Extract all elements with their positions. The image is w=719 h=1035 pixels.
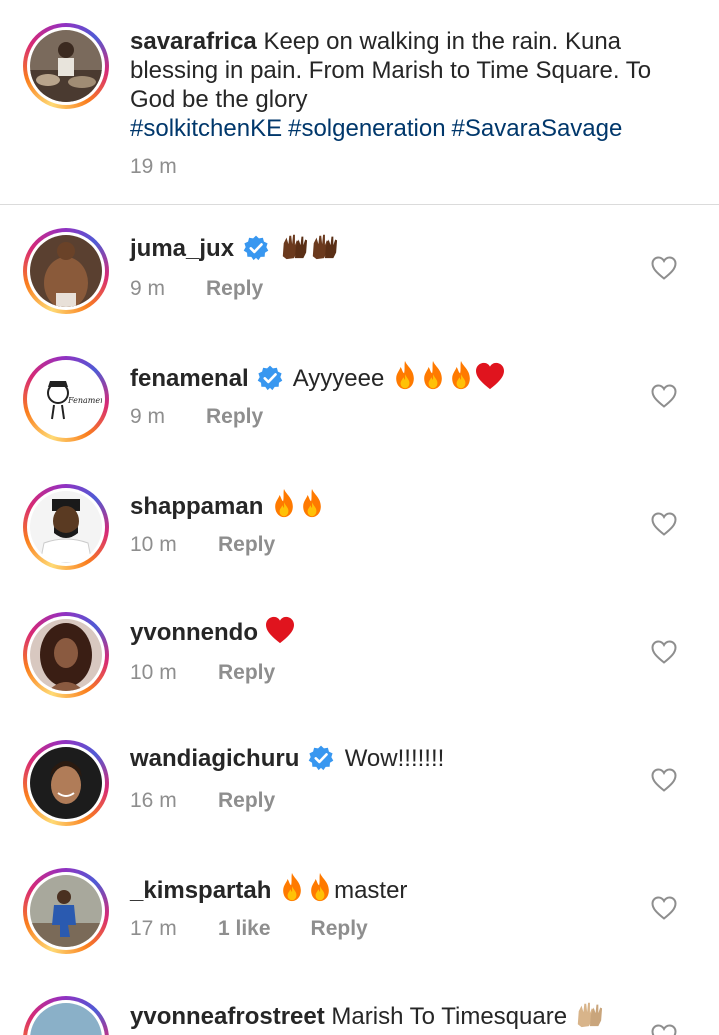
- comment-text: Marish To Timesquare: [331, 1003, 568, 1030]
- comment-username[interactable]: juma_jux: [130, 235, 234, 262]
- hashtag-link[interactable]: #solgeneration: [288, 115, 445, 142]
- comment-avatar[interactable]: [23, 996, 109, 1035]
- likes-count[interactable]: 1 like: [218, 917, 271, 941]
- avatar-photo: [30, 875, 102, 947]
- comment-timestamp: 9 m: [130, 405, 166, 428]
- comment-text: Ayyyeee: [292, 365, 385, 392]
- verified-badge-icon: [257, 365, 283, 391]
- fire-icon: [270, 488, 298, 518]
- comment-avatar[interactable]: [23, 228, 109, 314]
- verified-badge-icon: [243, 235, 269, 261]
- hashtag-link[interactable]: #solkitchenKE: [130, 115, 282, 142]
- raising-hands-icon: [574, 1000, 604, 1028]
- comment-text: master: [334, 877, 408, 904]
- comment-timestamp: 10 m: [130, 533, 177, 556]
- comment-timestamp: 17 m: [130, 917, 177, 940]
- caption-hashtags: #solkitchenKE #solgeneration #SavaraSavage: [130, 114, 675, 143]
- comment-username[interactable]: yvonnendo: [130, 619, 258, 646]
- fire-icon: [278, 872, 306, 902]
- avatar-photo: [30, 619, 102, 691]
- reply-button[interactable]: Reply: [311, 917, 368, 941]
- comment-username[interactable]: fenamenal: [130, 365, 249, 392]
- caption-avatar[interactable]: [23, 23, 109, 109]
- comment-username[interactable]: shappaman: [130, 493, 263, 520]
- comment-timestamp: 10 m: [130, 661, 177, 684]
- comment-username[interactable]: yvonneafrostreet: [130, 1003, 325, 1030]
- post-caption: savarafrica Keep on walking in the rain.…: [0, 0, 719, 204]
- comment-avatar[interactable]: [23, 740, 109, 826]
- avatar-photo: [30, 235, 102, 307]
- comment-avatar[interactable]: [23, 484, 109, 570]
- comment-timestamp: 16 m: [130, 789, 177, 812]
- comment-timestamp: 9 m: [130, 277, 166, 300]
- comment-avatar[interactable]: Fenamenal: [23, 356, 109, 442]
- svg-text:Fenamenal: Fenamenal: [67, 396, 102, 405]
- fire-icon: [306, 872, 334, 902]
- caption-timestamp: 19 m: [130, 155, 177, 178]
- avatar-photo: [30, 747, 102, 819]
- heart-outline-icon[interactable]: [651, 1024, 677, 1035]
- avatar-photo: [30, 1003, 102, 1035]
- fire-icon: [391, 360, 419, 390]
- comment-username[interactable]: wandiagichuru: [130, 745, 299, 772]
- verified-badge-icon: [308, 745, 334, 771]
- comment-avatar[interactable]: [23, 868, 109, 954]
- red-heart-icon: [475, 362, 505, 390]
- red-heart-icon: [265, 616, 295, 644]
- avatar-photo: [30, 30, 102, 102]
- reply-button[interactable]: Reply: [218, 661, 275, 685]
- hashtag-link[interactable]: #SavaraSavage: [452, 115, 623, 142]
- reply-button[interactable]: Reply: [218, 789, 275, 813]
- caption-text: savarafrica Keep on walking in the rain.…: [130, 27, 675, 143]
- raising-hands-icon: [279, 232, 309, 260]
- caption-meta: 19 m: [130, 155, 177, 179]
- fire-icon: [419, 360, 447, 390]
- reply-button[interactable]: Reply: [206, 277, 263, 301]
- caption-username[interactable]: savarafrica: [130, 28, 257, 55]
- avatar-photo: [30, 491, 102, 563]
- fire-icon: [447, 360, 475, 390]
- raising-hands-icon: [309, 232, 339, 260]
- heart-outline-icon[interactable]: [651, 384, 677, 408]
- heart-outline-icon[interactable]: [651, 256, 677, 280]
- comment-username[interactable]: _kimspartah: [130, 877, 271, 904]
- reply-button[interactable]: Reply: [206, 405, 263, 429]
- fire-icon: [298, 488, 326, 518]
- heart-outline-icon[interactable]: [651, 512, 677, 536]
- heart-outline-icon[interactable]: [651, 640, 677, 664]
- heart-outline-icon[interactable]: [651, 768, 677, 792]
- comment-avatar[interactable]: [23, 612, 109, 698]
- divider: [0, 204, 719, 205]
- avatar-photo: Fenamenal: [30, 363, 102, 435]
- comment-text: Wow!!!!!!!: [344, 745, 445, 772]
- reply-button[interactable]: Reply: [218, 533, 275, 557]
- heart-outline-icon[interactable]: [651, 896, 677, 920]
